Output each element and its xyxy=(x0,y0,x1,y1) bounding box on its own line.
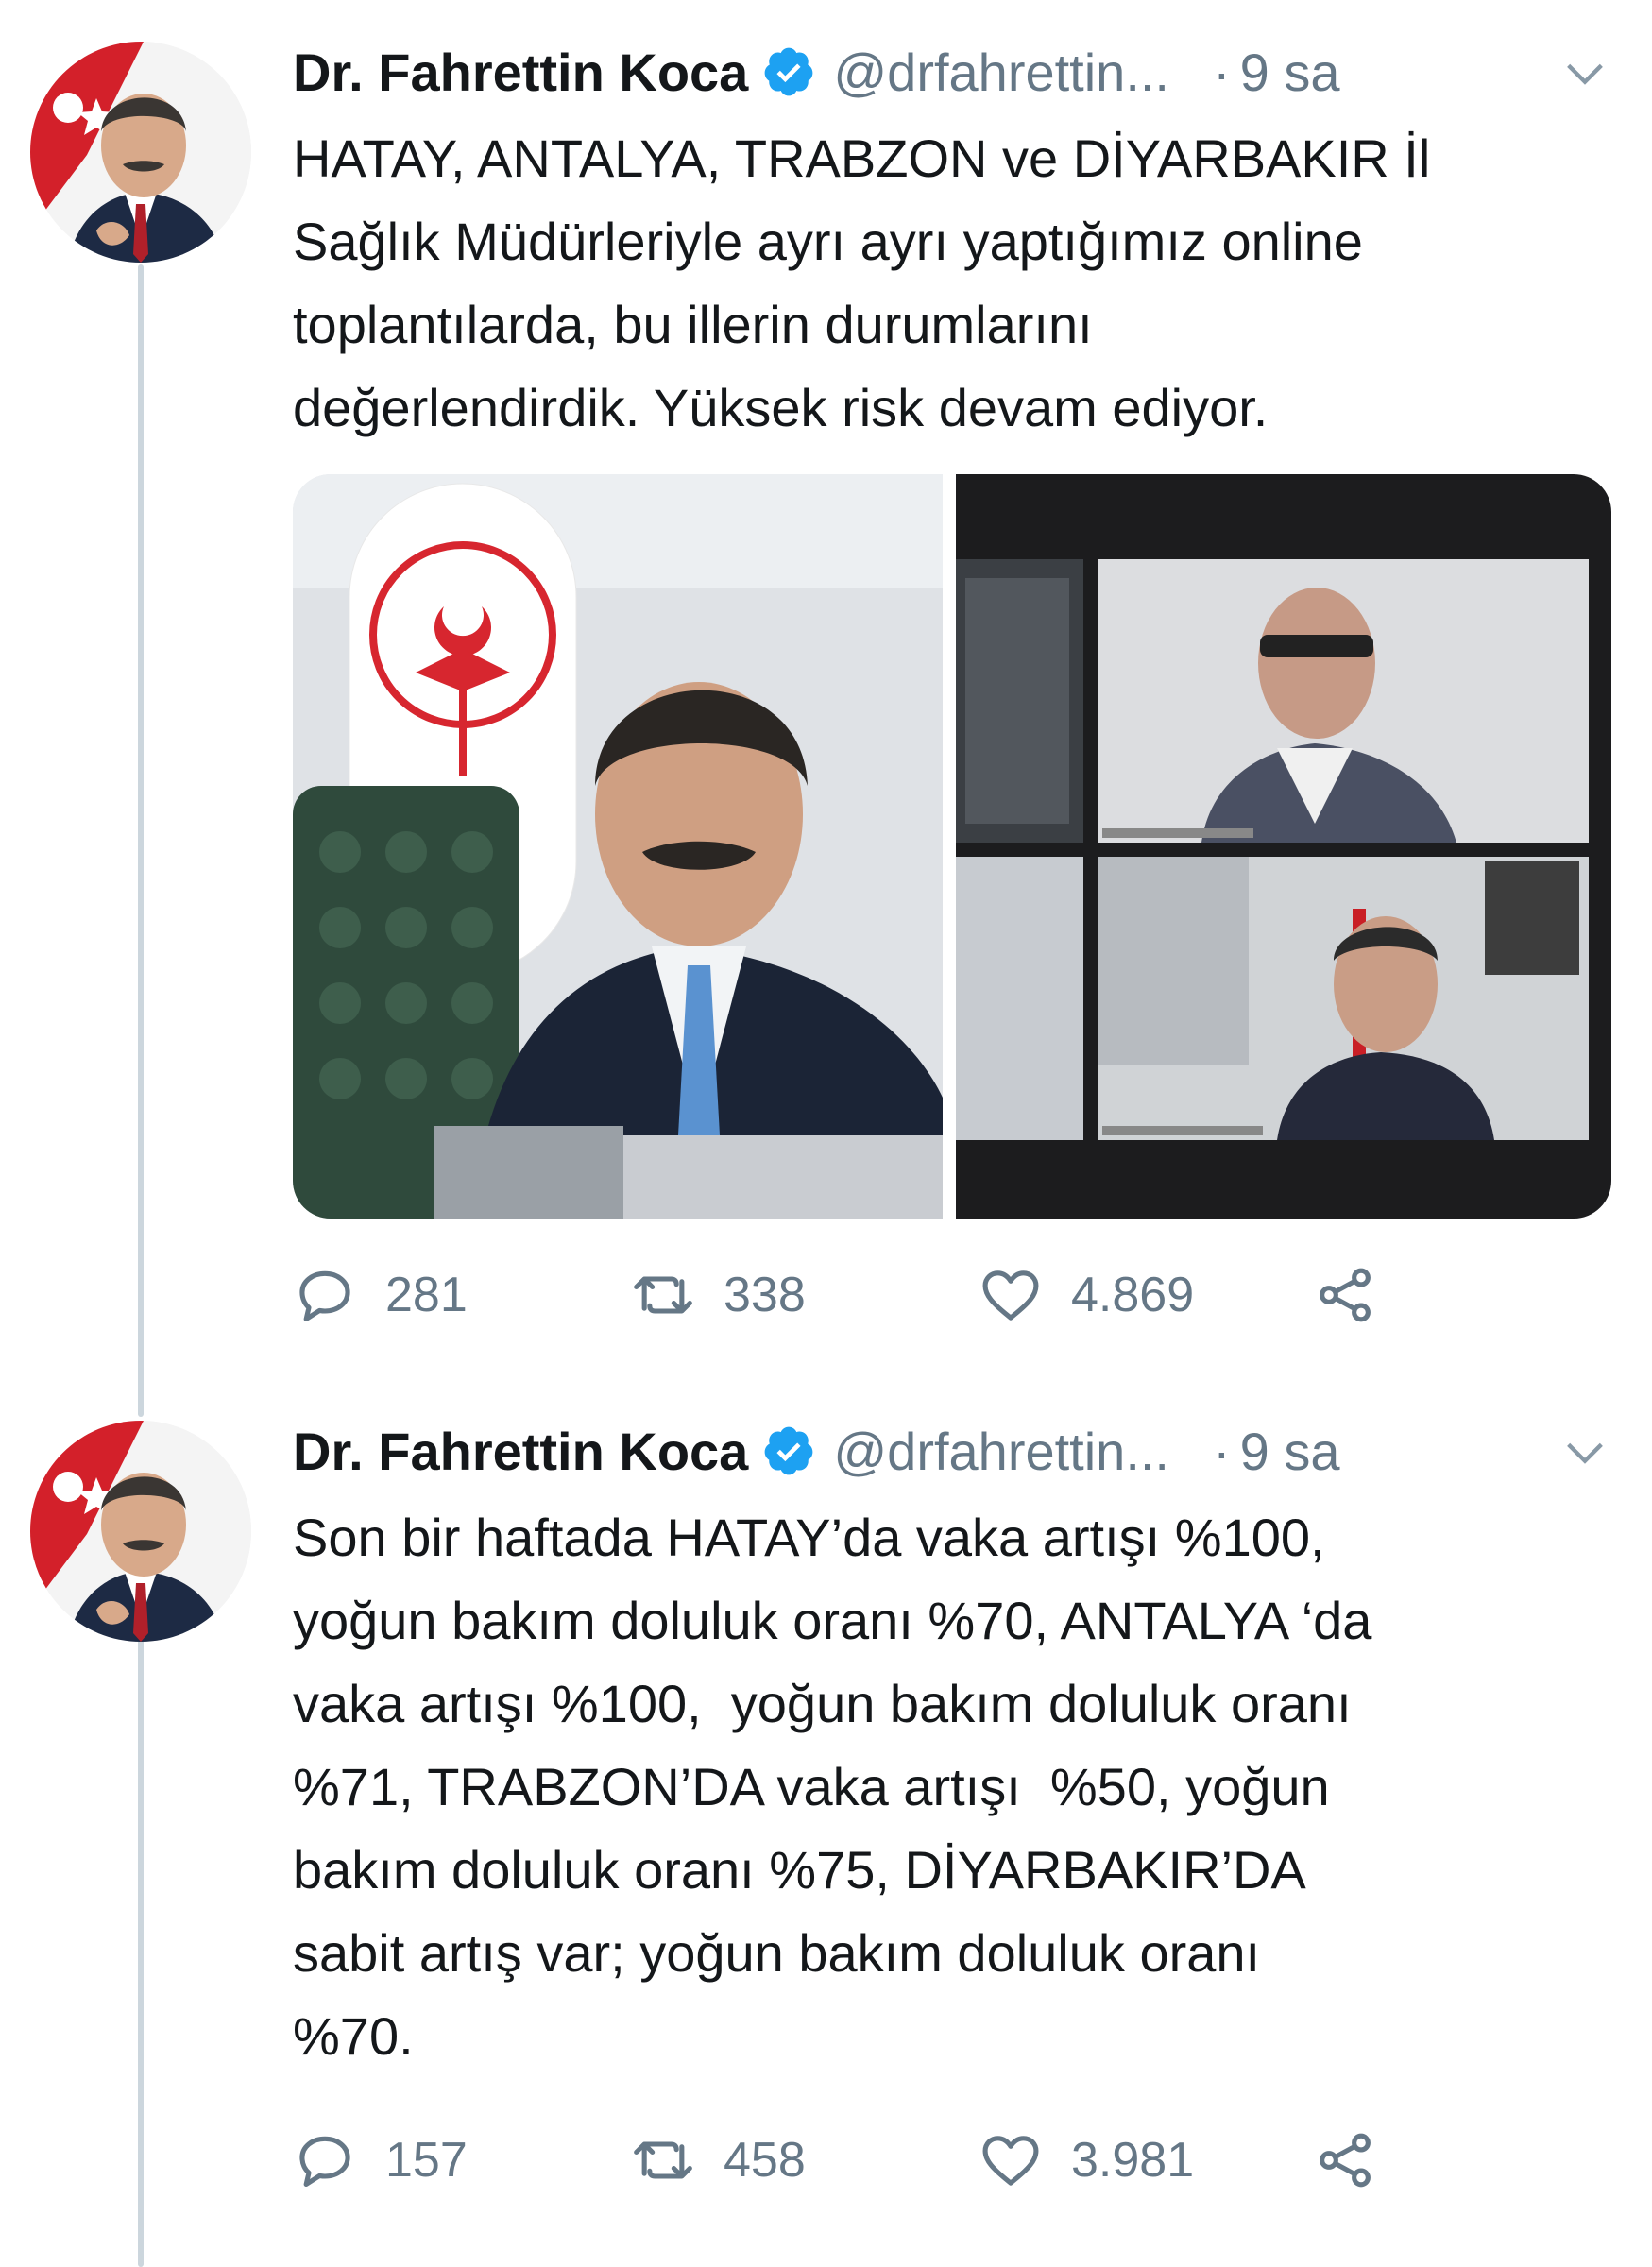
like-icon xyxy=(982,2136,1039,2186)
tweet-text: Son bir haftada HATAY’da vaka artışı %10… xyxy=(293,1508,1372,2066)
tweet-header: Dr. Fahrettin Koca @drfahrettin... · 9 s… xyxy=(293,34,1340,110)
share-button[interactable] xyxy=(1313,2118,1377,2203)
like-count: 3.981 xyxy=(1071,2133,1195,2188)
timestamp[interactable]: 9 sa xyxy=(1240,42,1340,103)
reply-count: 157 xyxy=(385,2133,468,2188)
tweet-actions: 281 338 4.869 xyxy=(293,1253,1388,1338)
tweet[interactable]: Dr. Fahrettin Koca @drfahrettin... · 9 s… xyxy=(0,0,1652,1379)
verified-icon xyxy=(764,47,813,96)
tweet[interactable]: Dr. Fahrettin Koca @drfahrettin... · 9 s… xyxy=(0,1379,1652,2267)
separator-dot: · xyxy=(1213,42,1231,102)
like-button[interactable]: 3.981 xyxy=(979,2118,1194,2203)
retweet-icon xyxy=(634,2141,692,2179)
author-handle[interactable]: @drfahrettin... xyxy=(833,42,1169,103)
reply-icon xyxy=(299,1270,350,1322)
separator-dot: · xyxy=(1213,1421,1231,1481)
tweet-header: Dr. Fahrettin Koca @drfahrettin... · 9 s… xyxy=(293,1413,1340,1489)
like-count: 4.869 xyxy=(1071,1268,1195,1322)
share-icon xyxy=(1320,1268,1371,1322)
tweet-media[interactable] xyxy=(293,474,1611,1219)
author-name[interactable]: Dr. Fahrettin Koca xyxy=(293,42,748,103)
retweet-button[interactable]: 458 xyxy=(631,2118,806,2203)
reply-icon xyxy=(299,2136,350,2188)
verified-icon xyxy=(764,1426,813,1475)
avatar-image xyxy=(30,1421,251,1642)
share-icon xyxy=(1320,2133,1371,2188)
avatar-image xyxy=(30,42,251,263)
media-photo-minister[interactable] xyxy=(293,474,943,1219)
tweet-actions: 157 458 3.981 xyxy=(293,2118,1388,2203)
tweet-text: HATAY, ANTALYA, TRABZON ve DİYARBAKIR İl… xyxy=(293,128,1431,437)
chevron-down-icon[interactable] xyxy=(1560,49,1609,98)
avatar[interactable] xyxy=(30,42,251,263)
timestamp[interactable]: 9 sa xyxy=(1240,1421,1340,1482)
author-name[interactable]: Dr. Fahrettin Koca xyxy=(293,1421,748,1482)
media-video-call[interactable] xyxy=(956,474,1611,1219)
share-button[interactable] xyxy=(1313,1253,1377,1338)
retweet-count: 338 xyxy=(724,1268,806,1322)
avatar[interactable] xyxy=(30,1421,251,1642)
retweet-count: 458 xyxy=(724,2133,806,2188)
retweet-icon xyxy=(634,1276,692,1314)
author-handle[interactable]: @drfahrettin... xyxy=(833,1421,1169,1482)
reply-button[interactable]: 157 xyxy=(293,2118,468,2203)
reply-button[interactable]: 281 xyxy=(293,1253,468,1338)
chevron-down-icon[interactable] xyxy=(1560,1428,1609,1477)
reply-count: 281 xyxy=(385,1268,468,1322)
retweet-button[interactable]: 338 xyxy=(631,1253,806,1338)
like-button[interactable]: 4.869 xyxy=(979,1253,1194,1338)
like-icon xyxy=(982,1270,1039,1321)
